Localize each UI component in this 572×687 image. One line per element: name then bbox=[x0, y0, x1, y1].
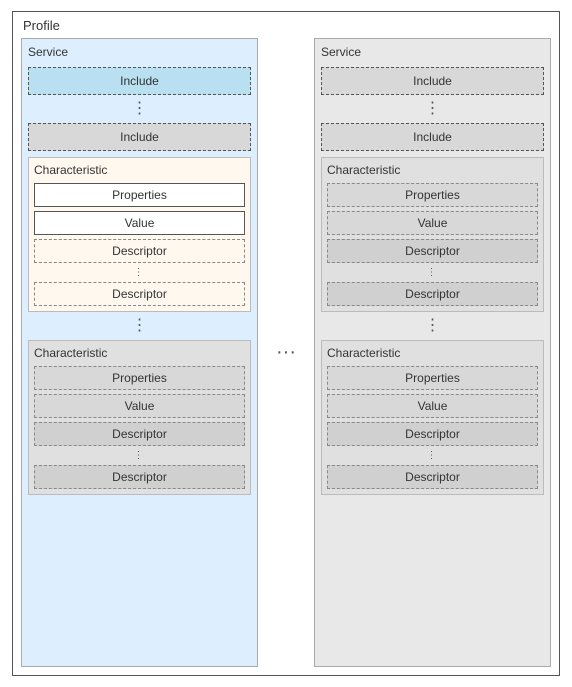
include-box-bottom-right: Include bbox=[321, 123, 544, 151]
profile-container: Profile Service Include ⋮ Include Charac… bbox=[12, 11, 560, 676]
dots-left-top: ⋮ bbox=[28, 101, 251, 117]
dots-right-top: ⋮ bbox=[321, 101, 544, 117]
characteristic-box-bottom-right: Characteristic Properties Value Descript… bbox=[321, 340, 544, 495]
descriptor-top-left-2: Descriptor bbox=[34, 282, 245, 306]
service-label-left: Service bbox=[28, 45, 251, 59]
value-bottom-right: Value bbox=[327, 394, 538, 418]
horizontal-dots: ··· bbox=[274, 38, 298, 667]
descriptor-bottom-right-1: Descriptor bbox=[327, 422, 538, 446]
dots-right-mid: ⋮ bbox=[321, 318, 544, 334]
dots-descriptor-right-bottom: ⋮ bbox=[327, 450, 538, 461]
char-label-top-right: Characteristic bbox=[327, 163, 538, 177]
descriptor-top-right-1: Descriptor bbox=[327, 239, 538, 263]
service-box-right: Service Include ⋮ Include Characteristic… bbox=[314, 38, 551, 667]
char-label-bottom-left: Characteristic bbox=[34, 346, 245, 360]
service-box-left: Service Include ⋮ Include Characteristic… bbox=[21, 38, 258, 667]
properties-bottom-left: Properties bbox=[34, 366, 245, 390]
descriptor-bottom-left-1: Descriptor bbox=[34, 422, 245, 446]
value-top-left: Value bbox=[34, 211, 245, 235]
properties-bottom-right: Properties bbox=[327, 366, 538, 390]
dots-left-mid: ⋮ bbox=[28, 318, 251, 334]
include-box-top-right: Include bbox=[321, 67, 544, 95]
profile-label: Profile bbox=[23, 18, 60, 33]
properties-top-right: Properties bbox=[327, 183, 538, 207]
properties-top-left: Properties bbox=[34, 183, 245, 207]
descriptor-bottom-right-2: Descriptor bbox=[327, 465, 538, 489]
char-label-top-left: Characteristic bbox=[34, 163, 245, 177]
characteristic-box-bottom-left: Characteristic Properties Value Descript… bbox=[28, 340, 251, 495]
value-bottom-left: Value bbox=[34, 394, 245, 418]
value-top-right: Value bbox=[327, 211, 538, 235]
descriptor-top-right-2: Descriptor bbox=[327, 282, 538, 306]
dots-descriptor-left-bottom: ⋮ bbox=[34, 450, 245, 461]
characteristic-box-top-right: Characteristic Properties Value Descript… bbox=[321, 157, 544, 312]
dots-descriptor-right-top: ⋮ bbox=[327, 267, 538, 278]
characteristic-box-top-left: Characteristic Properties Value Descript… bbox=[28, 157, 251, 312]
include-box-bottom-left: Include bbox=[28, 123, 251, 151]
services-row: Service Include ⋮ Include Characteristic… bbox=[21, 38, 551, 667]
service-label-right: Service bbox=[321, 45, 544, 59]
include-box-top-left: Include bbox=[28, 67, 251, 95]
dots-descriptor-left-top: ⋮ bbox=[34, 267, 245, 278]
descriptor-top-left-1: Descriptor bbox=[34, 239, 245, 263]
descriptor-bottom-left-2: Descriptor bbox=[34, 465, 245, 489]
char-label-bottom-right: Characteristic bbox=[327, 346, 538, 360]
